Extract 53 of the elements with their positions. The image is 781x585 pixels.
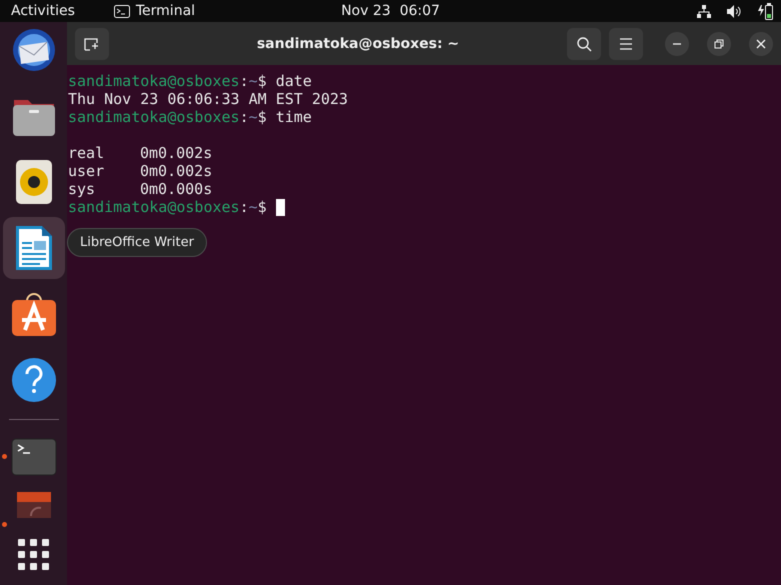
running-indicator bbox=[2, 454, 6, 459]
command-text: time bbox=[276, 108, 312, 126]
prompt-sigil: $ bbox=[258, 72, 267, 90]
command-text: date bbox=[276, 72, 312, 90]
prompt-separator: : bbox=[240, 108, 249, 126]
speaker-icon bbox=[14, 159, 52, 205]
timing-label: real bbox=[68, 144, 106, 162]
search-icon bbox=[576, 36, 592, 52]
app-menu[interactable]: Terminal bbox=[136, 3, 196, 19]
battery-icon bbox=[758, 2, 773, 20]
mail-icon bbox=[10, 28, 56, 72]
activities-button[interactable]: Activities bbox=[0, 3, 86, 19]
prompt-sigil: $ bbox=[258, 108, 267, 126]
timing-value: 0m0.000s bbox=[140, 180, 212, 198]
window-title: sandimatoka@osboxes: ~ bbox=[256, 36, 460, 52]
restore-button[interactable] bbox=[707, 32, 731, 56]
apps-grid-icon[interactable] bbox=[18, 539, 50, 571]
prompt-user-host: sandimatoka@osboxes bbox=[68, 72, 240, 90]
running-indicator bbox=[2, 522, 6, 527]
timing-value: 0m0.002s bbox=[140, 162, 212, 180]
new-tab-button[interactable] bbox=[75, 28, 109, 60]
clock[interactable]: Nov 23 06:07 bbox=[341, 3, 440, 19]
terminal-icon bbox=[114, 4, 130, 18]
tooltip: LibreOffice Writer bbox=[67, 228, 207, 257]
volume-icon bbox=[727, 4, 742, 18]
menu-icon bbox=[619, 38, 633, 50]
dock-item[interactable] bbox=[2, 217, 64, 279]
prompt-user-host: sandimatoka@osboxes bbox=[68, 108, 240, 126]
close-icon bbox=[756, 38, 766, 48]
timing-label: user bbox=[68, 162, 106, 180]
minimize-button[interactable] bbox=[665, 32, 689, 56]
prompt-path: ~ bbox=[248, 72, 258, 90]
prompt-path: ~ bbox=[248, 198, 258, 216]
timing-value: 0m0.002s bbox=[140, 144, 212, 162]
minimize-icon bbox=[673, 42, 681, 44]
shopping-bag-icon bbox=[10, 292, 56, 336]
output-text: Thu Nov 23 06:06:33 AM EST 2023 bbox=[68, 90, 348, 108]
prompt-separator: : bbox=[240, 198, 249, 216]
menu-button[interactable] bbox=[609, 28, 643, 60]
restore-icon bbox=[714, 38, 724, 48]
prompt-path: ~ bbox=[248, 108, 258, 126]
terminal-icon bbox=[10, 438, 56, 476]
document-icon bbox=[14, 224, 54, 272]
close-button[interactable] bbox=[749, 32, 773, 56]
prompt-sigil: $ bbox=[258, 198, 267, 216]
search-button[interactable] bbox=[567, 28, 601, 60]
prompt-user-host: sandimatoka@osboxes bbox=[68, 198, 240, 216]
network-icon bbox=[697, 4, 711, 18]
timing-label: sys bbox=[68, 180, 96, 198]
help-icon bbox=[12, 358, 56, 402]
new-tab-icon bbox=[84, 36, 100, 50]
app-icon bbox=[16, 492, 50, 518]
prompt-separator: : bbox=[240, 72, 249, 90]
